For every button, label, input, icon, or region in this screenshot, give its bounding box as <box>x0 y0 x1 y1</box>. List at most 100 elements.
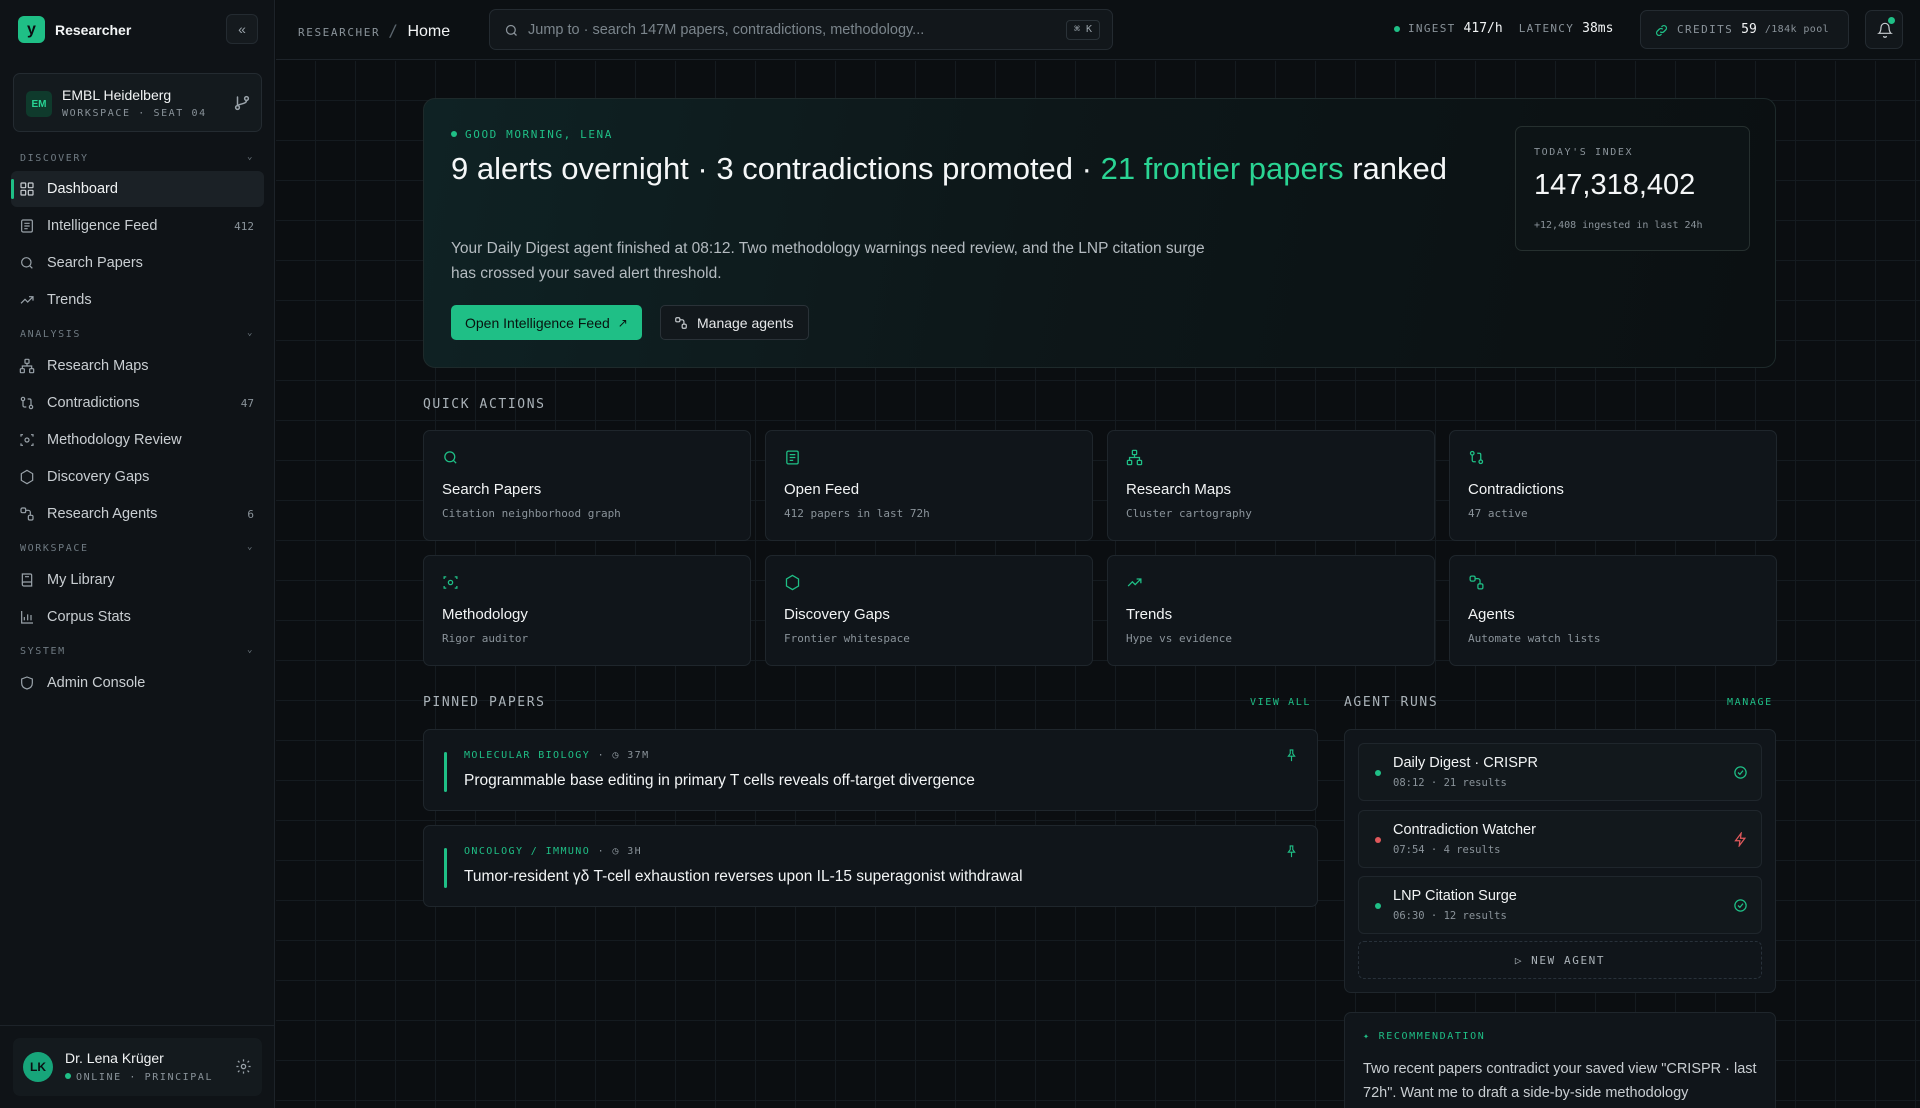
notifications-button[interactable] <box>1865 10 1903 49</box>
main-content: GOOD MORNING, LENA 9 alerts overnight · … <box>276 61 1920 1108</box>
quick-action-agents[interactable]: Agents Automate watch lists <box>1449 555 1777 666</box>
network-icon <box>19 358 35 374</box>
brand[interactable]: y Researcher <box>18 16 131 43</box>
sidebar-item-count: 6 <box>247 507 254 521</box>
agent-run[interactable]: LNP Citation Surge 06:30 · 12 results <box>1358 876 1762 934</box>
quick-action-title: Research Maps <box>1126 481 1232 498</box>
pinned-paper[interactable]: ONCOLOGY / IMMUNO · ◷ 3H Tumor-resident … <box>423 825 1318 907</box>
sidebar-item-corpus-stats[interactable]: Corpus Stats <box>11 599 264 635</box>
global-search[interactable]: ⌘ K <box>489 9 1113 50</box>
sidebar-item-search-papers[interactable]: Search Papers <box>11 245 264 281</box>
agent-run[interactable]: Contradiction Watcher 07:54 · 4 results <box>1358 810 1762 868</box>
section-workspace[interactable]: WORKSPACE ⌄ <box>20 542 254 554</box>
section-discovery[interactable]: DISCOVERY ⌄ <box>20 152 254 164</box>
section-analysis[interactable]: ANALYSIS ⌄ <box>20 328 254 340</box>
shield-icon <box>21 676 33 690</box>
gear-icon[interactable] <box>235 1058 252 1075</box>
workspace-switcher[interactable]: EM EMBL Heidelberg WORKSPACE · SEAT 04 <box>13 73 262 132</box>
sidebar-item-label: Corpus Stats <box>47 609 131 625</box>
agent-run-name: Contradiction Watcher <box>1393 822 1536 838</box>
quick-action-sub: Hype vs evidence <box>1126 632 1232 645</box>
user-card[interactable]: LK Dr. Lena Krüger ONLINE · PRINCIPAL <box>13 1038 262 1096</box>
quick-actions-title: QUICK ACTIONS <box>423 397 546 412</box>
search-icon <box>444 451 457 464</box>
view-all-link[interactable]: VIEW ALL <box>1250 697 1311 708</box>
credits-value: 59 <box>1741 22 1757 37</box>
search-input[interactable] <box>528 20 1048 40</box>
pin-icon[interactable] <box>1284 844 1299 859</box>
paper-category: ONCOLOGY / IMMUNO <box>464 846 591 857</box>
quick-action-sub: Frontier whitespace <box>784 632 910 645</box>
quick-action-title: Discovery Gaps <box>784 606 890 623</box>
grid-icon <box>20 182 34 196</box>
sidebar-item-my-library[interactable]: My Library <box>11 562 264 598</box>
section-workspace-label: WORKSPACE <box>20 543 89 554</box>
new-agent-button[interactable]: ▷ NEW AGENT <box>1358 941 1762 979</box>
quick-action-sub: 47 active <box>1468 507 1528 520</box>
breadcrumb-separator: / <box>388 21 400 40</box>
breadcrumb-current: Home <box>407 23 451 40</box>
app-name: Researcher <box>55 21 132 38</box>
online-dot <box>65 1073 71 1079</box>
branch-icon[interactable] <box>233 94 251 112</box>
button-label: Manage agents <box>697 314 794 331</box>
sidebar-item-contradictions[interactable]: Contradictions 47 <box>11 385 264 421</box>
sidebar-item-trends[interactable]: Trends <box>11 282 264 318</box>
sidebar-item-research-agents[interactable]: Research Agents 6 <box>11 496 264 532</box>
pinned-paper[interactable]: MOLECULAR BIOLOGY · ◷ 37M Programmable b… <box>423 729 1318 811</box>
open-intelligence-feed-button[interactable]: Open Intelligence Feed ↗ <box>451 305 642 340</box>
sidebar-item-intelligence-feed[interactable]: Intelligence Feed 412 <box>11 208 264 244</box>
search-icon <box>505 24 517 36</box>
breadcrumb-root[interactable]: RESEARCHER <box>298 26 380 39</box>
pinned-papers-title: PINNED PAPERS <box>423 695 546 710</box>
quick-action-contradictions[interactable]: Contradictions 47 active <box>1449 430 1777 541</box>
section-system-label: SYSTEM <box>20 646 66 657</box>
quick-action-methodology[interactable]: Methodology Rigor auditor <box>423 555 751 666</box>
agent-runs-title: AGENT RUNS <box>1344 695 1439 710</box>
paper-time: 37M <box>627 750 650 761</box>
scan-icon <box>443 576 458 589</box>
sidebar-item-count: 47 <box>240 396 254 410</box>
sidebar-item-dashboard[interactable]: Dashboard <box>11 171 264 207</box>
collapse-sidebar-button[interactable]: « <box>226 14 258 44</box>
quick-action-open-feed[interactable]: Open Feed 412 papers in last 72h <box>765 430 1093 541</box>
quick-action-trends[interactable]: Trends Hype vs evidence <box>1107 555 1435 666</box>
git-compare-icon <box>20 396 34 410</box>
git-compare-icon <box>1469 450 1484 465</box>
sidebar-item-admin-console[interactable]: Admin Console <box>11 665 264 701</box>
breadcrumb: RESEARCHER / Home <box>298 21 450 41</box>
scan-icon <box>20 434 34 446</box>
hexagon-icon <box>785 574 800 591</box>
user-name: Dr. Lena Krüger <box>65 1050 164 1066</box>
credits-label: CREDITS <box>1677 23 1734 36</box>
accent-bar <box>444 752 447 792</box>
credits-badge[interactable]: CREDITS 59 /184k pool <box>1640 10 1849 49</box>
sidebar-item-label: Research Maps <box>47 358 149 374</box>
quick-action-discovery-gaps[interactable]: Discovery Gaps Frontier whitespace <box>765 555 1093 666</box>
manage-agents-link[interactable]: MANAGE <box>1727 697 1773 708</box>
recommendation-body: Two recent papers contradict your saved … <box>1363 1061 1757 1101</box>
user-status: ONLINE · PRINCIPAL <box>65 1072 213 1083</box>
workspace-avatar: EM <box>26 91 52 117</box>
sidebar-item-label: Intelligence Feed <box>47 218 158 234</box>
manage-agents-button[interactable]: Manage agents <box>660 305 809 340</box>
section-system[interactable]: SYSTEM ⌄ <box>20 645 254 657</box>
agent-run[interactable]: Daily Digest · CRISPR 08:12 · 21 results <box>1358 743 1762 801</box>
quick-action-search-papers[interactable]: Search Papers Citation neighborhood grap… <box>423 430 751 541</box>
quick-action-sub: Automate watch lists <box>1468 632 1601 645</box>
pin-icon[interactable] <box>1284 748 1299 763</box>
agent-run-sub: 07:54 · 4 results <box>1393 844 1501 856</box>
sparkles-icon: ✦ <box>1363 1031 1371 1042</box>
paper-title[interactable]: Tumor-resident γδ T-cell exhaustion reve… <box>464 868 1023 886</box>
paper-time: 3H <box>627 846 643 857</box>
sidebar-item-discovery-gaps[interactable]: Discovery Gaps <box>11 459 264 495</box>
sidebar-item-methodology-review[interactable]: Methodology Review <box>11 422 264 458</box>
status-dot <box>1394 25 1400 32</box>
sidebar-item-label: My Library <box>47 572 115 588</box>
ingest-label: INGEST <box>1408 22 1456 35</box>
paper-title[interactable]: Programmable base editing in primary T c… <box>464 772 975 790</box>
pinned-paper-meta: MOLECULAR BIOLOGY · ◷ 37M <box>464 750 650 761</box>
quick-action-research-maps[interactable]: Research Maps Cluster cartography <box>1107 430 1435 541</box>
search-icon <box>21 257 33 269</box>
sidebar-item-research-maps[interactable]: Research Maps <box>11 348 264 384</box>
